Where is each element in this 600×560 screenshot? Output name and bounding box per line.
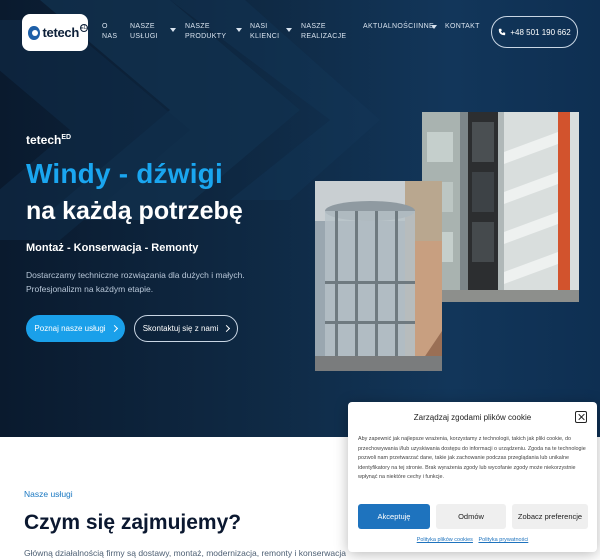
button-label: Poznaj nasze usługi (34, 324, 106, 333)
nav-label: REALIZACJE (301, 33, 347, 40)
hero-description: Dostarczamy techniczne rozwiązania dla d… (26, 268, 286, 296)
nav-item-nasi-klienci[interactable]: NASI KLIENCI (250, 22, 279, 42)
deny-cookies-button[interactable]: Odmów (436, 504, 506, 529)
nav-item-nasze-produkty[interactable]: NASZE PRODUKTY (185, 22, 226, 42)
phone-icon (499, 28, 506, 36)
hero-headline: na każdą potrzebę (26, 197, 243, 225)
cookie-dialog-body: Aby zapewnić jak najlepsze wrażenia, kor… (358, 436, 586, 480)
nav-label: KONTAKT (445, 23, 480, 30)
cookie-dialog-title: Zarządzaj zgodami plików cookie (413, 413, 532, 422)
section-title: Czym się zajmujemy? (24, 511, 242, 534)
nav-label: KLIENCI (250, 33, 280, 40)
hero-description-line: Profesjonalizm na każdym etapie. (26, 284, 154, 294)
section-text: Główną działalnością firmy są dostawy, m… (24, 548, 347, 558)
nav-item-kontakt[interactable]: KONTAKT (445, 22, 480, 32)
explore-services-button[interactable]: Poznaj nasze usługi (26, 315, 125, 342)
nav-item-o-nas[interactable]: O NAS (102, 22, 117, 42)
contact-us-button[interactable]: Skontaktuj się z nami (134, 315, 238, 342)
accept-cookies-button[interactable]: Akceptuję (358, 504, 430, 529)
section-label: Nasze usługi (24, 489, 73, 499)
hero-services-line: Montaż - Konserwacja - Remonty (26, 242, 199, 254)
chevron-down-icon[interactable] (286, 28, 292, 32)
chevron-down-icon[interactable] (170, 28, 176, 32)
hero-headline-accent: Windy - dźwigi (26, 158, 223, 189)
nav-label: NASZE (130, 23, 155, 30)
hero-brand: tetechED (26, 133, 71, 147)
nav-label: AKTUALNOŚCI (363, 23, 416, 30)
glass-elevator-photo (315, 181, 442, 371)
logo-text: tetech (42, 25, 80, 40)
phone-button[interactable]: +48 501 190 662 (491, 16, 578, 48)
chevron-right-icon (110, 324, 118, 333)
chevron-down-icon[interactable] (236, 28, 242, 32)
cookie-preferences-button[interactable]: Zobacz preferencje (512, 504, 588, 529)
elevator-building-photo (422, 112, 579, 302)
brand-superscript: ED (61, 134, 72, 141)
cookie-policy-links: Polityka plików cookies Polityka prywatn… (348, 537, 597, 543)
cookie-policy-link[interactable]: Polityka plików cookies (417, 537, 473, 543)
nav-label: NAS (102, 33, 118, 40)
chevron-right-icon (223, 324, 231, 333)
cookie-consent-dialog: Zarządzaj zgodami plików cookie Aby zape… (348, 402, 597, 552)
nav-label: O (102, 23, 108, 30)
nav-label: NASZE (301, 23, 326, 30)
site-header: tetech ED O NAS NASZE USŁUGI NASZE PRODU… (0, 0, 600, 62)
nav-label: NASZE (185, 23, 210, 30)
nav-label: NASI (250, 23, 268, 30)
button-label: Skontaktuj się z nami (142, 324, 219, 333)
nav-item-nasze-realizacje[interactable]: NASZE REALIZACJE (301, 22, 346, 42)
logo-icon (28, 25, 40, 40)
close-icon[interactable] (575, 411, 587, 423)
chevron-down-icon[interactable] (431, 25, 437, 29)
brand-text: tetech (26, 133, 62, 147)
logo[interactable]: tetech ED (22, 14, 88, 51)
nav-label: PRODUKTY (185, 33, 227, 40)
privacy-policy-link[interactable]: Polityka prywatności (478, 537, 528, 543)
phone-number: +48 501 190 662 (510, 27, 571, 37)
nav-item-nasze-uslugi[interactable]: NASZE USŁUGI (130, 22, 158, 42)
nav-item-aktualnosci[interactable]: AKTUALNOŚCI (363, 22, 416, 32)
logo-superscript: ED (80, 23, 88, 32)
hero-description-line: Dostarczamy techniczne rozwiązania dla d… (26, 270, 245, 280)
nav-label: USŁUGI (130, 33, 158, 40)
